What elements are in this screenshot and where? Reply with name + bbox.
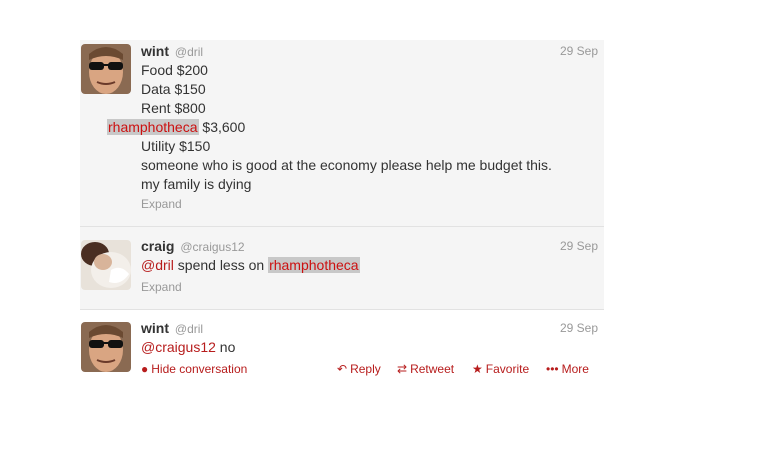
tweet-text-line: my family is dying (141, 176, 252, 192)
speech-bubble-icon: ● (141, 362, 149, 376)
tweet-header: wint @dril (141, 42, 203, 61)
user-name[interactable]: wint (141, 320, 169, 336)
tweet-timeline: wint @dril 29 Sep Food $200 Data $150 Re… (80, 40, 604, 390)
avatar[interactable] (81, 322, 131, 372)
ellipsis-icon: ••• (546, 362, 559, 376)
mention-link[interactable]: @dril (141, 257, 174, 273)
star-icon: ★ (472, 362, 483, 376)
user-handle[interactable]: @craigus12 (180, 240, 244, 254)
avatar[interactable] (81, 44, 131, 94)
tweet-text-line: Food $200 (141, 62, 208, 78)
mention-link[interactable]: @craigus12 (141, 339, 216, 355)
timestamp[interactable]: 29 Sep (560, 319, 598, 337)
reply-arrow-icon: ↶ (337, 362, 348, 376)
retweet-label: Retweet (410, 362, 455, 376)
expand-link[interactable]: Expand (141, 196, 182, 212)
tweet-actions: ● Hide conversation ↶ Reply ⇄ Retweet ★ Favo… (141, 360, 600, 378)
tweet-item[interactable]: craig @craigus12 29 Sep @dril spend less… (80, 227, 604, 310)
tweet-item[interactable]: wint @dril 29 Sep Food $200 Data $150 Re… (80, 40, 604, 227)
more-button[interactable]: ••• More (546, 360, 589, 378)
avatar[interactable] (81, 240, 131, 290)
hide-conversation-label: Hide conversation (151, 362, 248, 376)
tweet-text-line: @dril spend less on rhamphotheca (141, 256, 360, 274)
hide-conversation-link[interactable]: ● Hide conversation (141, 360, 247, 378)
timestamp[interactable]: 29 Sep (560, 42, 598, 60)
tweet-text: no (215, 339, 236, 355)
reply-label: Reply (350, 362, 381, 376)
favorite-button[interactable]: ★ Favorite (472, 360, 529, 378)
tweet-text-line: someone who is good at the economy pleas… (141, 157, 552, 173)
retweet-icon: ⇄ (397, 362, 408, 376)
user-name[interactable]: craig (141, 238, 174, 254)
highlighted-word: rhamphotheca (107, 119, 199, 135)
tweet-text-line: @craigus12 no (141, 338, 235, 356)
user-name[interactable]: wint (141, 43, 169, 59)
tweet-text-line: rhamphotheca $3,600 (107, 118, 245, 136)
highlighted-word: rhamphotheca (268, 257, 360, 273)
tweet-text-line: Data $150 (141, 81, 206, 97)
timestamp[interactable]: 29 Sep (560, 237, 598, 255)
tweet-item[interactable]: wint @dril 29 Sep @craigus12 no ● Hide co… (80, 310, 604, 390)
tweet-text-line: Utility $150 (141, 138, 211, 154)
favorite-label: Favorite (485, 362, 530, 376)
tweet-header: craig @craigus12 (141, 237, 245, 256)
reply-button[interactable]: ↶ Reply (337, 360, 381, 378)
user-handle[interactable]: @dril (175, 322, 203, 336)
tweet-text: spend less on (173, 257, 269, 273)
tweet-header: wint @dril (141, 319, 203, 338)
expand-link[interactable]: Expand (141, 279, 182, 295)
retweet-button[interactable]: ⇄ Retweet (397, 360, 454, 378)
user-handle[interactable]: @dril (175, 45, 203, 59)
amount-text: $3,600 (198, 119, 246, 135)
more-label: More (561, 362, 589, 376)
tweet-text-line: Rent $800 (141, 100, 206, 116)
